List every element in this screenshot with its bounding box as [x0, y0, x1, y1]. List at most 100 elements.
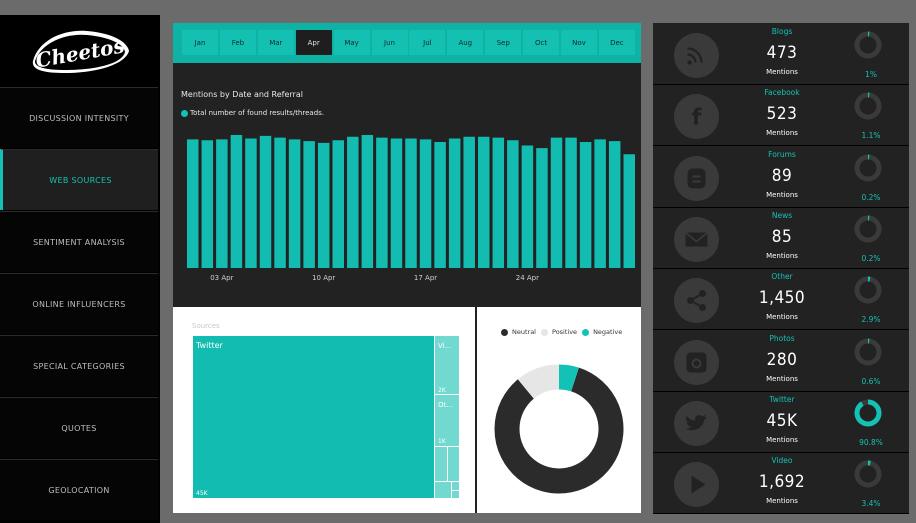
- month-button-may[interactable]: May: [333, 30, 370, 55]
- sidebar-item-online-influencers[interactable]: ONLINE INFLUENCERS: [0, 273, 158, 334]
- bar-day-20[interactable]: [463, 136, 475, 268]
- gauge-fill: [854, 399, 882, 427]
- bar-day-15[interactable]: [390, 138, 403, 269]
- donut-slice-positive[interactable]: [517, 364, 560, 399]
- bar-day-10[interactable]: [317, 142, 330, 268]
- bar-day-8[interactable]: [288, 139, 301, 268]
- month-button-oct[interactable]: Oct: [523, 30, 560, 55]
- month-button-feb[interactable]: Feb: [219, 30, 256, 55]
- month-button-jun[interactable]: Jun: [371, 30, 408, 55]
- month-button-jan[interactable]: Jan: [182, 30, 218, 55]
- source-percent: 0.2%: [861, 253, 881, 263]
- svg-text:f: f: [692, 106, 702, 131]
- bar-day-7[interactable]: [274, 137, 286, 268]
- treemap-tile-photos[interactable]: [435, 482, 451, 498]
- month-button-jul[interactable]: Jul: [409, 30, 446, 55]
- source-count: 523: [766, 104, 798, 125]
- source-row-twitter[interactable]: Twitter 45K Mentions 90.8%: [653, 391, 909, 453]
- month-button-aug[interactable]: Aug: [447, 30, 484, 55]
- bar-day-16[interactable]: [405, 138, 417, 269]
- treemap-label-video: Vi...: [438, 342, 451, 350]
- bar-day-18[interactable]: [434, 142, 446, 268]
- sidebar-item-special-categories[interactable]: SPECIAL CATEGORIES: [0, 335, 158, 396]
- x-tick-label: 10 Apr: [312, 274, 335, 282]
- sidebar-item-discussion-intensity[interactable]: DISCUSSION INTENSITY: [0, 87, 158, 148]
- treemap-tile-other[interactable]: Ot... 1K: [435, 395, 459, 446]
- bar-day-17[interactable]: [419, 139, 432, 268]
- bar-day-31[interactable]: [623, 154, 636, 268]
- sidebar-item-sentiment-analysis[interactable]: SENTIMENT ANALYSIS: [0, 211, 158, 272]
- source-count: 473: [766, 43, 798, 63]
- bar-day-26[interactable]: [550, 137, 563, 268]
- rss-icon: [674, 33, 719, 78]
- source-name: Twitter: [769, 394, 795, 404]
- source-name: Photos: [769, 333, 795, 343]
- source-count: 280: [766, 349, 798, 370]
- month-button-nov[interactable]: Nov: [561, 30, 597, 55]
- bar-day-9[interactable]: [303, 141, 315, 268]
- cheetos-logo: Cheetos: [0, 15, 160, 86]
- sidebar-item-geolocation[interactable]: GEOLOCATION: [0, 459, 158, 520]
- mentions-chart-legend: Total number of found results/threads.: [181, 109, 324, 117]
- treemap-tile-video[interactable]: Vi... 2K: [435, 336, 459, 394]
- source-row-facebook[interactable]: f Facebook 523 Mentions 1.1%: [653, 84, 909, 147]
- bar-day-19[interactable]: [448, 138, 461, 269]
- source-count: 85: [771, 226, 793, 247]
- bar-day-5[interactable]: [245, 138, 257, 269]
- percent-gauge: [854, 154, 882, 182]
- sidebar-item-web-sources[interactable]: WEB SOURCES: [0, 149, 158, 210]
- bar-day-29[interactable]: [594, 139, 606, 268]
- month-button-dec[interactable]: Dec: [598, 30, 635, 55]
- treemap-tile-blogs[interactable]: [448, 447, 459, 481]
- logo-graphic: Cheetos: [32, 30, 129, 73]
- bar-day-25[interactable]: [536, 148, 548, 268]
- source-count: 89: [771, 165, 793, 186]
- sidebar-item-label: GEOLOCATION: [48, 485, 110, 495]
- bar-day-27[interactable]: [565, 137, 577, 268]
- bar-day-21[interactable]: [478, 136, 490, 268]
- donut-slice-negative[interactable]: [558, 364, 579, 392]
- source-row-news[interactable]: News 85 Mentions 0.2%: [653, 207, 909, 269]
- bar-day-14[interactable]: [376, 137, 388, 268]
- bar-day-23[interactable]: [507, 140, 519, 268]
- sentiment-donut-panel: Neutral Positive Negative: [477, 307, 641, 513]
- treemap-tile-twitter[interactable]: Twitter 45K: [193, 336, 434, 498]
- source-name: Video: [771, 456, 793, 466]
- source-name: Forums: [768, 149, 796, 159]
- treemap-value-twitter: 45K: [196, 490, 209, 497]
- bar-day-12[interactable]: [347, 136, 359, 268]
- instagram-icon: [674, 339, 719, 385]
- sources-treemap: Twitter 45K Vi... 2K Ot... 1K: [193, 336, 459, 498]
- month-button-sep[interactable]: Sep: [485, 30, 522, 55]
- bar-day-6[interactable]: [259, 135, 272, 268]
- treemap-tile-facebook[interactable]: [435, 447, 447, 481]
- bar-day-22[interactable]: [492, 137, 505, 268]
- bar-day-28[interactable]: [579, 142, 592, 268]
- source-row-blogs[interactable]: Blogs 473 Mentions 1%: [653, 23, 909, 85]
- month-slicer: Jan Feb Mar Apr May Jun Jul Aug Sep Oct Nov Dec: [173, 23, 641, 63]
- percent-gauge: [854, 31, 882, 59]
- bar-day-1[interactable]: [187, 139, 199, 268]
- bar-day-4[interactable]: [230, 135, 243, 268]
- treemap-tile-forums[interactable]: [452, 482, 459, 490]
- treemap-value-other: 1K: [438, 438, 447, 445]
- month-button-mar[interactable]: Mar: [257, 30, 294, 55]
- source-row-forums[interactable]: Forums 89 Mentions 0.2%: [653, 146, 909, 208]
- bar-day-11[interactable]: [332, 140, 345, 268]
- bar-day-30[interactable]: [608, 141, 621, 268]
- sidebar-item-quotes[interactable]: QUOTES: [0, 397, 158, 458]
- source-row-other[interactable]: Other 1,450 Mentions 2.9%: [653, 268, 909, 331]
- month-button-apr[interactable]: Apr: [295, 30, 332, 55]
- donut-slice-neutral[interactable]: [494, 367, 624, 494]
- percent-gauge: [854, 92, 882, 120]
- bar-day-24[interactable]: [521, 145, 534, 269]
- legend-dot: [181, 109, 188, 117]
- treemap-tile-news[interactable]: [452, 491, 459, 498]
- source-row-video[interactable]: Video 1,692 Mentions 3.4%: [653, 452, 909, 515]
- bar-day-2[interactable]: [201, 140, 214, 268]
- source-count-label: Mentions: [766, 68, 798, 76]
- bar-day-13[interactable]: [361, 135, 374, 268]
- source-row-photos[interactable]: Photos 280 Mentions 0.6%: [653, 330, 909, 392]
- share-icon: [674, 278, 719, 324]
- bar-day-3[interactable]: [216, 139, 228, 268]
